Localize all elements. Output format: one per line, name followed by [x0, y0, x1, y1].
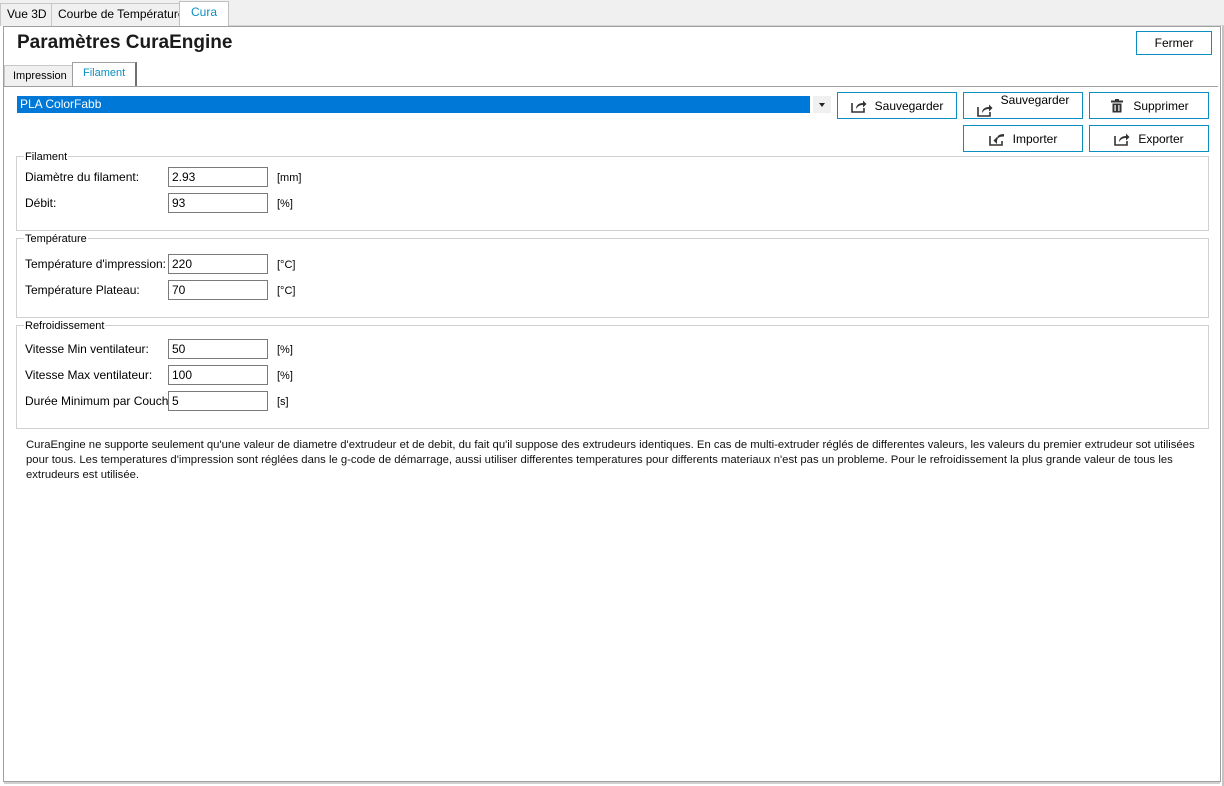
delete-button[interactable]: Supprimer — [1089, 92, 1209, 119]
save-as-button-label: Sauvegarder — [1000, 92, 1070, 107]
tab-filament[interactable]: Filament — [72, 62, 138, 87]
export-button-label: Exporter — [1138, 131, 1184, 146]
tab-temperature-curve[interactable]: Courbe de Température — [51, 3, 192, 26]
fan-max-input[interactable]: 100 — [168, 365, 268, 385]
min-layer-time-input[interactable]: 5 — [168, 391, 268, 411]
print-temperature-label: Température d'impression: — [25, 257, 167, 271]
flow-unit: [%] — [277, 198, 293, 210]
temperature-group-title: Température — [24, 233, 88, 245]
share-arrow-icon — [976, 104, 993, 117]
cooling-group-title: Refroidissement — [24, 320, 106, 332]
save-button-label: Sauvegarder — [874, 98, 944, 113]
share-arrow-icon — [1114, 133, 1130, 146]
share-arrow-icon — [850, 100, 867, 113]
filament-group-title: Filament — [24, 151, 69, 163]
filament-diameter-input[interactable]: 2.93 — [168, 167, 268, 187]
print-temperature-unit: [°C] — [277, 259, 296, 271]
print-temperature-input[interactable]: 220 — [168, 254, 268, 274]
bed-temperature-label: Température Plateau: — [25, 283, 140, 297]
delete-button-label: Supprimer — [1133, 98, 1189, 113]
min-layer-time-label: Durée Minimum par Couche: — [25, 394, 179, 408]
filament-diameter-label: Diamètre du filament: — [25, 170, 140, 184]
import-button-label: Importer — [1012, 131, 1058, 146]
tab-impression[interactable]: Impression — [4, 65, 76, 87]
export-button[interactable]: Exporter — [1089, 125, 1209, 152]
top-tab-bar: Vue 3D Courbe de Température Cura — [0, 0, 1224, 27]
save-button[interactable]: Sauvegarder — [837, 92, 957, 119]
temperature-group — [16, 238, 1209, 318]
close-button[interactable]: Fermer — [1136, 31, 1212, 55]
flow-input[interactable]: 93 — [168, 193, 268, 213]
import-arrow-icon — [988, 133, 1004, 146]
import-button[interactable]: Importer — [963, 125, 1083, 152]
fan-max-unit: [%] — [277, 370, 293, 382]
page-title: Paramètres CuraEngine — [17, 32, 233, 53]
bed-temperature-unit: [°C] — [277, 285, 296, 297]
fan-min-input[interactable]: 50 — [168, 339, 268, 359]
save-as-button[interactable]: Sauvegarder — [963, 92, 1083, 119]
fan-max-label: Vitesse Max ventilateur: — [25, 368, 153, 382]
flow-label: Débit: — [25, 196, 57, 210]
filament-profile-select[interactable]: PLA ColorFabb — [17, 96, 831, 114]
info-note: CuraEngine ne supporte seulement qu'une … — [26, 439, 1195, 481]
bed-temperature-input[interactable]: 70 — [168, 280, 268, 300]
settings-tab-bar: Impression Filament — [4, 62, 1218, 87]
fan-min-label: Vitesse Min ventilateur: — [25, 342, 149, 356]
tab-vue-3d[interactable]: Vue 3D — [0, 3, 54, 26]
filament-diameter-unit: [mm] — [277, 172, 302, 184]
fan-min-unit: [%] — [277, 344, 293, 356]
trash-icon — [1111, 98, 1124, 112]
chevron-down-icon[interactable] — [813, 96, 831, 113]
filament-profile-value: PLA ColorFabb — [17, 96, 810, 113]
tab-cura[interactable]: Cura — [179, 1, 230, 27]
min-layer-time-unit: [s] — [277, 396, 289, 408]
